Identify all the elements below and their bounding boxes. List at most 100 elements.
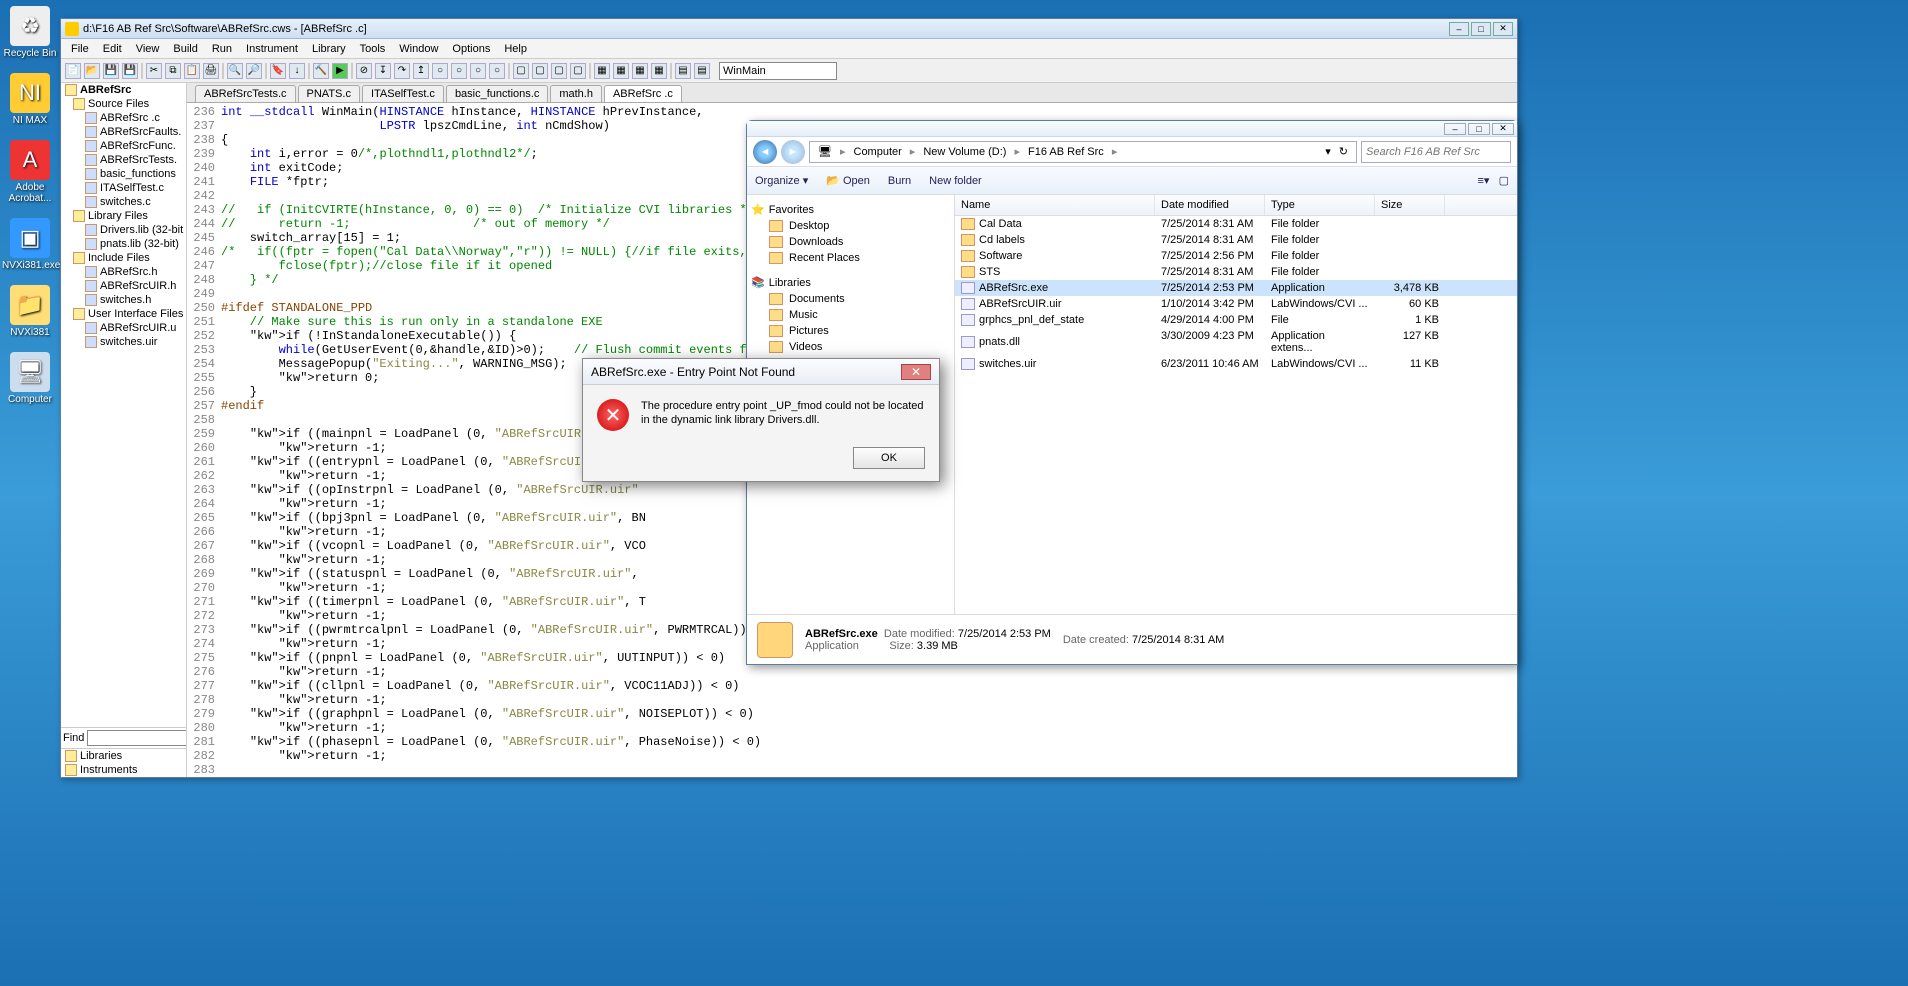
tree-node[interactable]: User Interface Files bbox=[61, 307, 186, 321]
toolbar-new-icon[interactable]: 📄 bbox=[65, 63, 81, 79]
close-button[interactable]: ✕ bbox=[1492, 123, 1514, 135]
desktop-icon-acrobat[interactable]: AAdobe Acrobat... bbox=[2, 140, 58, 204]
file-row[interactable]: ABRefSrc.exe7/25/2014 2:53 PMApplication… bbox=[955, 280, 1517, 296]
toolbar-copy-icon[interactable]: ⧉ bbox=[165, 63, 181, 79]
dropdown-icon[interactable]: ▾ bbox=[1321, 145, 1335, 158]
close-button[interactable]: ✕ bbox=[1493, 22, 1513, 36]
menu-help[interactable]: Help bbox=[498, 41, 533, 57]
tree-node[interactable]: ABRefSrcUIR.h bbox=[61, 279, 186, 293]
cmd-item[interactable]: Organize ▾ bbox=[755, 174, 808, 187]
tree-node[interactable]: switches.uir bbox=[61, 335, 186, 349]
toolbar-db2-icon[interactable]: ○ bbox=[451, 63, 467, 79]
maximize-button[interactable]: □ bbox=[1471, 22, 1491, 36]
toolbar-g3-icon[interactable]: ▦ bbox=[632, 63, 648, 79]
desktop-icon-computer[interactable]: 🖥Computer bbox=[2, 352, 58, 405]
menu-options[interactable]: Options bbox=[446, 41, 496, 57]
toolbar-run-icon[interactable]: ▶ bbox=[332, 63, 348, 79]
toolbar-g4-icon[interactable]: ▦ bbox=[651, 63, 667, 79]
editor-tab[interactable]: ABRefSrcTests.c bbox=[195, 85, 296, 102]
search-input[interactable] bbox=[1361, 141, 1511, 163]
desktop-icon-recycle[interactable]: ♻Recycle Bin bbox=[2, 6, 58, 59]
tree-node[interactable]: Drivers.lib (32-bit bbox=[61, 223, 186, 237]
toolbar-findall-icon[interactable]: 🔎 bbox=[246, 63, 262, 79]
nav-item[interactable]: Videos bbox=[751, 339, 950, 355]
file-row[interactable]: ABRefSrcUIR.uir1/10/2014 3:42 PMLabWindo… bbox=[955, 296, 1517, 312]
nav-item[interactable]: Downloads bbox=[751, 234, 950, 250]
desktop-icon-nvxi-exe[interactable]: ▣NVXi381.exe bbox=[2, 218, 58, 271]
maximize-button[interactable]: □ bbox=[1468, 123, 1490, 135]
nav-item[interactable]: Documents bbox=[751, 291, 950, 307]
toolbar-build-icon[interactable]: 🔨 bbox=[313, 63, 329, 79]
tree-node[interactable]: pnats.lib (32-bit) bbox=[61, 237, 186, 251]
toolbar-save-icon[interactable]: 💾 bbox=[103, 63, 119, 79]
desktop-icon-nimax[interactable]: NINI MAX bbox=[2, 73, 58, 126]
menu-edit[interactable]: Edit bbox=[97, 41, 128, 57]
menu-library[interactable]: Library bbox=[306, 41, 352, 57]
toolbar-w1-icon[interactable]: ▢ bbox=[513, 63, 529, 79]
tree-node[interactable]: ITASelfTest.c bbox=[61, 181, 186, 195]
toolbar-db3-icon[interactable]: ○ bbox=[470, 63, 486, 79]
nav-item[interactable]: Pictures bbox=[751, 323, 950, 339]
forward-button[interactable]: ► bbox=[781, 140, 805, 164]
menu-run[interactable]: Run bbox=[206, 41, 238, 57]
desktop-icon-nvxi-folder[interactable]: 📁NVXi381 bbox=[2, 285, 58, 338]
toolbar-open-icon[interactable]: 📂 bbox=[84, 63, 100, 79]
breadcrumb[interactable]: 🖥▸ Computer▸ New Volume (D:)▸ F16 AB Ref… bbox=[809, 141, 1357, 163]
editor-tab[interactable]: ITASelfTest.c bbox=[362, 85, 444, 102]
tree-node[interactable]: ABRefSrc bbox=[61, 83, 186, 97]
file-row[interactable]: Cal Data7/25/2014 8:31 AMFile folder bbox=[955, 216, 1517, 232]
file-row[interactable]: Cd labels7/25/2014 8:31 AMFile folder bbox=[955, 232, 1517, 248]
refresh-icon[interactable]: ↻ bbox=[1335, 145, 1352, 158]
nav-group[interactable]: 📚Libraries bbox=[751, 274, 950, 291]
toolbar-w3-icon[interactable]: ▢ bbox=[551, 63, 567, 79]
menu-view[interactable]: View bbox=[130, 41, 166, 57]
menu-build[interactable]: Build bbox=[167, 41, 203, 57]
file-row[interactable]: STS7/25/2014 8:31 AMFile folder bbox=[955, 264, 1517, 280]
toolbar-g1-icon[interactable]: ▦ bbox=[594, 63, 610, 79]
toolbar-w2-icon[interactable]: ▢ bbox=[532, 63, 548, 79]
preview-icon[interactable]: ▢ bbox=[1499, 175, 1509, 187]
cmd-item[interactable]: New folder bbox=[929, 175, 982, 187]
view-icon[interactable]: ≡▾ bbox=[1477, 175, 1489, 187]
menu-tools[interactable]: Tools bbox=[354, 41, 392, 57]
tree-node[interactable]: basic_functions bbox=[61, 167, 186, 181]
toolbar-g2-icon[interactable]: ▦ bbox=[613, 63, 629, 79]
tree-node[interactable]: Source Files bbox=[61, 97, 186, 111]
explorer-titlebar[interactable]: – □ ✕ bbox=[747, 121, 1517, 137]
ide-titlebar[interactable]: d:\F16 AB Ref Src\Software\ABRefSrc.cws … bbox=[61, 19, 1517, 39]
toolbar-db1-icon[interactable]: ○ bbox=[432, 63, 448, 79]
toolbar-saveall-icon[interactable]: 💾 bbox=[122, 63, 138, 79]
tree-node[interactable]: Library Files bbox=[61, 209, 186, 223]
tree-node[interactable]: ABRefSrc.h bbox=[61, 265, 186, 279]
tree-node[interactable]: ABRefSrcFaults. bbox=[61, 125, 186, 139]
file-row[interactable]: Software7/25/2014 2:56 PMFile folder bbox=[955, 248, 1517, 264]
ok-button[interactable]: OK bbox=[853, 447, 925, 469]
toolbar-stepout-icon[interactable]: ↥ bbox=[413, 63, 429, 79]
minimize-button[interactable]: – bbox=[1449, 22, 1469, 36]
cmd-item[interactable]: Burn bbox=[888, 175, 911, 187]
lib-panel-item[interactable]: Libraries bbox=[61, 749, 186, 763]
tree-node[interactable]: ABRefSrcTests. bbox=[61, 153, 186, 167]
toolbar-x1-icon[interactable]: ▤ bbox=[675, 63, 691, 79]
toolbar-print-icon[interactable]: 🖨 bbox=[203, 63, 219, 79]
toolbar-cut-icon[interactable]: ✂ bbox=[146, 63, 162, 79]
menu-instrument[interactable]: Instrument bbox=[240, 41, 304, 57]
nav-item[interactable]: Music bbox=[751, 307, 950, 323]
menu-window[interactable]: Window bbox=[393, 41, 444, 57]
editor-tab[interactable]: PNATS.c bbox=[298, 85, 360, 102]
back-button[interactable]: ◄ bbox=[753, 140, 777, 164]
function-combo[interactable] bbox=[719, 62, 837, 80]
file-row[interactable]: grphcs_pnl_def_state4/29/2014 4:00 PMFil… bbox=[955, 312, 1517, 328]
tree-node[interactable]: ABRefSrc .c bbox=[61, 111, 186, 125]
nav-group[interactable]: ⭐Favorites bbox=[751, 201, 950, 218]
column-headers[interactable]: Name Date modified Type Size bbox=[955, 195, 1517, 216]
editor-tab[interactable]: ABRefSrc .c bbox=[604, 85, 682, 102]
file-row[interactable]: pnats.dll3/30/2009 4:23 PMApplication ex… bbox=[955, 328, 1517, 356]
cmd-item[interactable]: 📂 Open bbox=[826, 174, 870, 187]
toolbar-stepinto-icon[interactable]: ↧ bbox=[375, 63, 391, 79]
lib-panel-item[interactable]: Instruments bbox=[61, 763, 186, 777]
tree-node[interactable]: switches.c bbox=[61, 195, 186, 209]
tree-node[interactable]: ABRefSrcUIR.u bbox=[61, 321, 186, 335]
file-row[interactable]: switches.uir6/23/2011 10:46 AMLabWindows… bbox=[955, 356, 1517, 372]
close-icon[interactable]: ✕ bbox=[901, 364, 931, 380]
